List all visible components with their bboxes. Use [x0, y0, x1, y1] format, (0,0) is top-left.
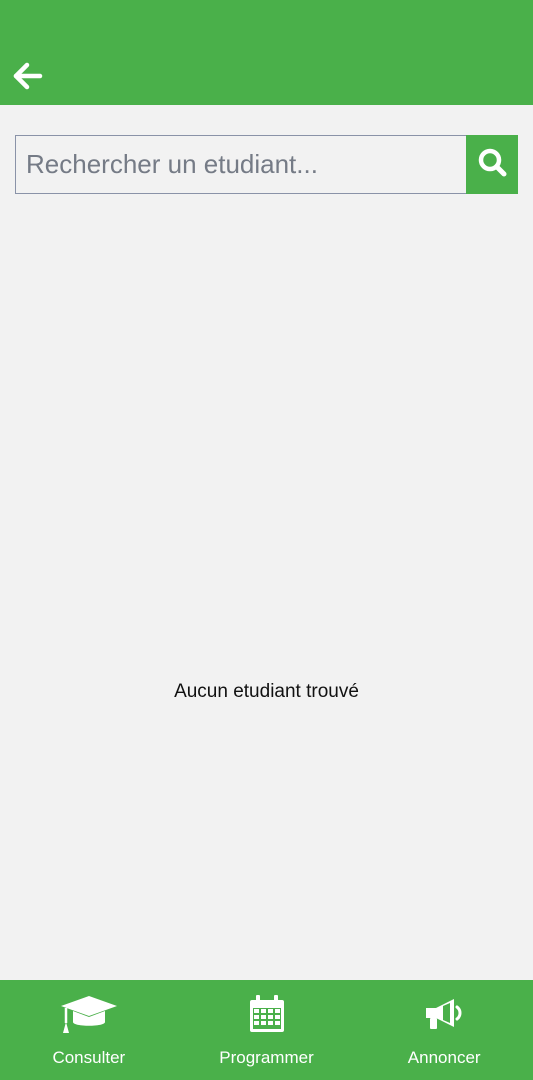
calendar-icon	[237, 992, 297, 1036]
nav-item-programmer[interactable]: Programmer	[178, 980, 356, 1080]
search-input[interactable]	[15, 135, 466, 194]
back-button[interactable]	[8, 58, 48, 98]
nav-item-annoncer[interactable]: Annoncer	[355, 980, 533, 1080]
graduation-cap-icon	[59, 992, 119, 1036]
app-screen: Aucun etudiant trouvé Consulter	[0, 0, 533, 1080]
app-bar	[0, 0, 533, 105]
search-button[interactable]	[466, 135, 518, 194]
nav-label-consulter: Consulter	[52, 1048, 126, 1067]
nav-item-consulter[interactable]: Consulter	[0, 980, 178, 1080]
megaphone-icon	[414, 992, 474, 1036]
nav-label-annoncer: Annoncer	[407, 1048, 481, 1067]
arrow-left-icon	[13, 62, 43, 95]
empty-state-message: Aucun etudiant trouvé	[174, 681, 359, 702]
nav-label-programmer: Programmer	[219, 1048, 314, 1067]
search-bar	[15, 135, 518, 194]
search-icon	[477, 147, 507, 182]
bottom-nav: Consulter Programmer Annoncer	[0, 980, 533, 1080]
